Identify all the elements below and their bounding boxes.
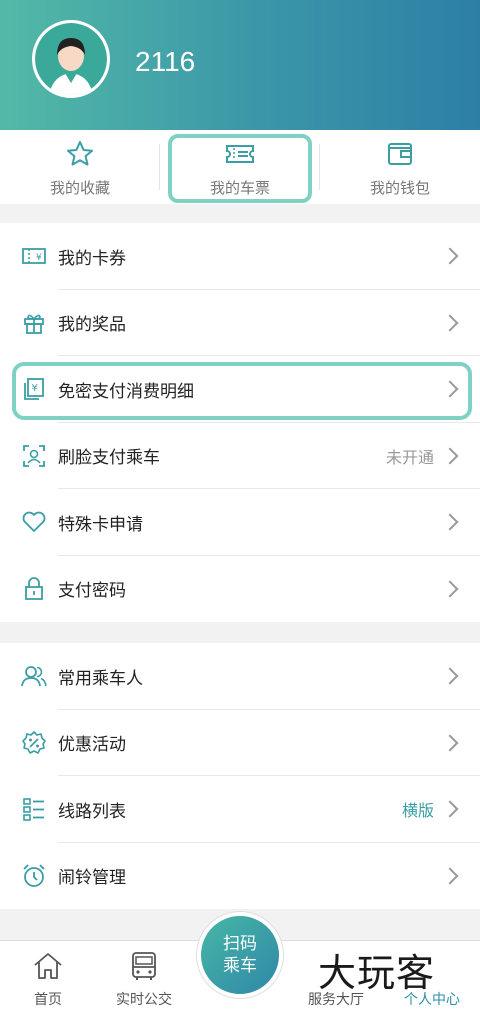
menu-item-face-pay[interactable]: 刷脸支付乘车 未开通 <box>0 423 480 490</box>
menu-item-label: 我的奖品 <box>58 315 126 336</box>
menu-item-label: 常用乘车人 <box>58 668 143 689</box>
ticket-icon <box>223 137 257 171</box>
tab-home[interactable]: 首页 <box>0 941 96 1015</box>
menu-item-label: 我的卡券 <box>58 248 126 269</box>
chevron-right-icon <box>441 580 459 598</box>
quick-wallet[interactable]: 我的钱包 <box>320 130 480 204</box>
chevron-right-icon <box>441 734 459 752</box>
coupon-icon: ¥ <box>20 242 48 270</box>
menu-item-label: 闹铃管理 <box>58 868 126 889</box>
menu-item-promotions[interactable]: 优惠活动 <box>0 710 480 777</box>
menu-item-frequent-passengers[interactable]: 常用乘车人 <box>0 643 480 710</box>
username: 2116 <box>135 46 196 77</box>
face-scan-icon <box>20 442 48 470</box>
scan-to-ride-button[interactable]: 扫码 乘车 <box>197 912 283 998</box>
menu-item-label: 免密支付消费明细 <box>58 381 194 402</box>
face-pay-status: 未开通 <box>385 447 434 467</box>
route-list-mode: 横版 <box>401 801 434 821</box>
menu-item-route-list[interactable]: 线路列表 横版 <box>0 776 480 843</box>
discount-badge-icon <box>20 729 48 757</box>
menu-item-special-card[interactable]: 特殊卡申请 <box>0 489 480 556</box>
avatar[interactable] <box>32 20 110 98</box>
svg-text:¥: ¥ <box>32 383 38 394</box>
watermark: 大玩客 <box>318 951 436 995</box>
tab-realtime-bus[interactable]: 实时公交 <box>96 941 192 1015</box>
chevron-right-icon <box>441 513 459 531</box>
menu-item-label: 优惠活动 <box>58 735 126 756</box>
home-icon <box>31 949 65 983</box>
wallet-icon <box>383 137 417 171</box>
chevron-right-icon <box>441 667 459 685</box>
menu-group-travel: 常用乘车人 优惠活动 线路列表 横版 闹铃管理 <box>0 643 480 909</box>
chevron-right-icon <box>441 867 459 885</box>
quick-tickets[interactable]: 我的车票 <box>160 130 320 204</box>
chevron-right-icon <box>441 247 459 265</box>
menu-item-prizes[interactable]: 我的奖品 <box>0 290 480 357</box>
quick-label: 我的车票 <box>209 178 270 197</box>
profile-header: 2116 <box>0 0 480 130</box>
bus-icon <box>127 949 161 983</box>
chevron-right-icon <box>441 314 459 332</box>
alarm-clock-icon <box>20 862 48 890</box>
tab-label: 首页 <box>34 992 62 1008</box>
gift-icon <box>20 309 48 337</box>
chevron-right-icon <box>441 800 459 818</box>
menu-item-coupons[interactable]: ¥ 我的卡券 <box>0 223 480 290</box>
quick-actions: 我的收藏 我的车票 我的钱包 <box>0 130 480 204</box>
menu-item-label: 特殊卡申请 <box>58 514 143 535</box>
chevron-right-icon <box>441 380 459 398</box>
menu-item-password-free-payment[interactable]: ¥ 免密支付消费明细 <box>0 356 480 423</box>
menu-item-label: 支付密码 <box>58 581 126 602</box>
quick-label: 我的收藏 <box>49 178 110 197</box>
list-icon <box>20 795 48 823</box>
heart-icon <box>20 508 48 536</box>
quick-favorites[interactable]: 我的收藏 <box>0 130 160 204</box>
menu-item-label: 线路列表 <box>58 801 126 822</box>
svg-text:¥: ¥ <box>36 253 42 263</box>
quick-label: 我的钱包 <box>369 178 430 197</box>
menu-item-label: 刷脸支付乘车 <box>58 448 160 469</box>
lock-icon <box>20 575 48 603</box>
avatar-person-icon <box>35 23 107 95</box>
tab-label: 实时公交 <box>116 992 172 1008</box>
users-icon <box>20 662 48 690</box>
menu-item-pay-password[interactable]: 支付密码 <box>0 556 480 623</box>
menu-group-account: ¥ 我的卡券 我的奖品 ¥ 免密支付消费明细 刷脸支付乘车 未开通 特殊卡申请 <box>0 223 480 622</box>
star-icon <box>63 137 97 171</box>
scan-label-line1: 扫码 <box>223 934 257 954</box>
chevron-right-icon <box>441 447 459 465</box>
menu-item-alarm[interactable]: 闹铃管理 <box>0 843 480 910</box>
scan-label-line2: 乘车 <box>223 956 257 976</box>
yen-receipt-icon: ¥ <box>20 375 48 403</box>
